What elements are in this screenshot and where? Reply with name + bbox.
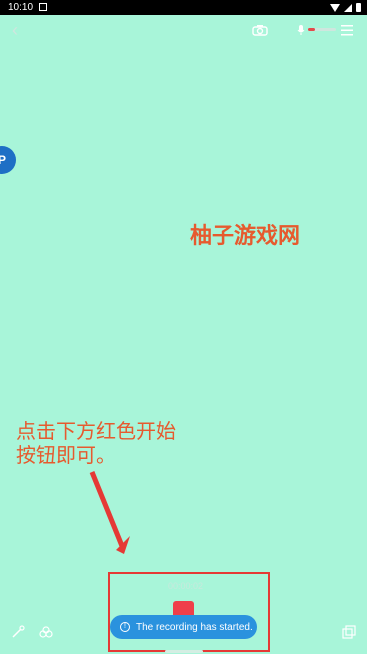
instruction-text: 点击下方红色开始按钮即可。: [16, 421, 176, 467]
audio-level-fill: [308, 28, 315, 31]
status-time: 10:10: [8, 2, 34, 13]
status-bar: 10:10: [0, 0, 367, 15]
back-icon[interactable]: ‹: [12, 21, 26, 39]
toast-notification: ! The recording has started.: [110, 615, 257, 639]
watermark-text: 柚子游戏网: [190, 223, 301, 248]
camera-icon[interactable]: [252, 23, 268, 36]
hamburger-menu-icon[interactable]: [341, 23, 353, 36]
toast-text: The recording has started.: [136, 621, 253, 633]
window-icon[interactable]: [342, 625, 356, 639]
brush-icon[interactable]: [11, 625, 25, 639]
notification-icon: [39, 3, 47, 11]
audio-level-meter: [308, 28, 336, 31]
wifi-icon: [330, 3, 340, 12]
mic-icon[interactable]: [296, 23, 306, 35]
effects-icon[interactable]: [38, 625, 54, 639]
signal-icon: [344, 3, 352, 12]
battery-icon: [356, 3, 361, 12]
status-indicators: [330, 3, 361, 12]
home-indicator: [165, 650, 203, 653]
annotation-arrow: [89, 471, 130, 554]
recording-canvas: [2, 15, 365, 654]
recording-timer: 00:00:02: [168, 581, 204, 591]
info-icon: !: [120, 622, 130, 632]
